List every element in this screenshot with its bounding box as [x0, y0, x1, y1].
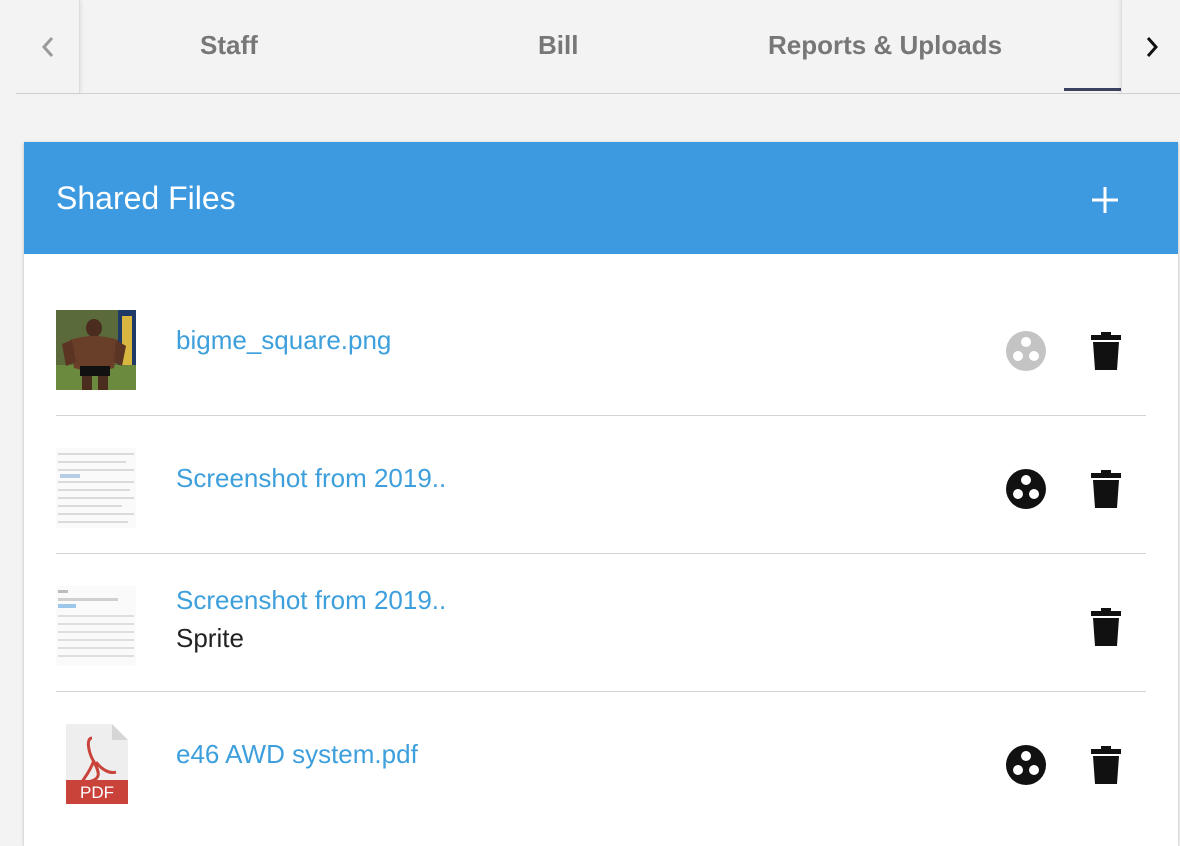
share-icon: [1006, 331, 1046, 371]
trash-icon: [1091, 746, 1121, 784]
file-row: bigme_square.png: [56, 278, 1146, 416]
trash-icon: [1091, 470, 1121, 508]
delete-button[interactable]: [1083, 328, 1129, 374]
file-subtitle: Sprite: [176, 623, 244, 653]
file-row: Screenshot from 2019..: [56, 416, 1146, 554]
file-name-link[interactable]: Screenshot from 2019..: [176, 585, 446, 616]
delete-button[interactable]: [1083, 742, 1129, 788]
photo-thumbnail-image: [56, 310, 136, 390]
tab-label: Bill: [538, 29, 579, 60]
share-button[interactable]: [1003, 328, 1049, 374]
file-row: PDF e46 AWD system.pdf: [56, 692, 1146, 829]
screenshot-thumbnail-image: [56, 586, 136, 666]
tab-scroll-right-button[interactable]: [1121, 0, 1180, 93]
share-icon: [1006, 745, 1046, 785]
pdf-label: PDF: [80, 783, 114, 802]
add-file-button[interactable]: [1080, 178, 1130, 222]
screenshot-thumbnail-image: [56, 448, 136, 528]
trash-icon: [1091, 332, 1121, 370]
trash-icon: [1091, 608, 1121, 646]
chevron-left-icon: [41, 36, 53, 57]
plus-icon: [1092, 187, 1118, 213]
pdf-icon[interactable]: PDF: [56, 724, 136, 804]
file-row: Screenshot from 2019.. Sprite: [56, 554, 1146, 692]
tab-label: Staff: [200, 29, 258, 60]
photo-thumbnail[interactable]: [56, 310, 136, 390]
tab-bar: Staff Bill Reports & Uploads: [16, 0, 1180, 94]
tab-scroll-left-button[interactable]: [16, 0, 80, 93]
share-button[interactable]: [1003, 742, 1049, 788]
file-name-link[interactable]: Screenshot from 2019..: [176, 463, 446, 494]
tab-reports-uploads[interactable]: Reports & Uploads: [768, 0, 1002, 90]
file-name-link[interactable]: bigme_square.png: [176, 325, 391, 356]
card-header: Shared Files: [24, 142, 1178, 254]
tab-label: Reports & Uploads: [768, 29, 1003, 60]
file-name-link[interactable]: e46 AWD system.pdf: [176, 739, 418, 770]
card-title: Shared Files: [56, 180, 236, 216]
chevron-right-icon: [1146, 36, 1158, 57]
shared-files-card: Shared Files bigme_square.png Screenshot…: [24, 142, 1178, 846]
delete-button[interactable]: [1083, 466, 1129, 512]
tab-staff[interactable]: Staff: [200, 0, 258, 90]
screenshot-thumbnail[interactable]: [56, 586, 136, 666]
share-button[interactable]: [1003, 466, 1049, 512]
active-tab-indicator: [1064, 88, 1122, 91]
share-icon: [1006, 469, 1046, 509]
screenshot-thumbnail[interactable]: [56, 448, 136, 528]
tab-bill[interactable]: Bill: [538, 0, 578, 90]
delete-button[interactable]: [1083, 604, 1129, 650]
